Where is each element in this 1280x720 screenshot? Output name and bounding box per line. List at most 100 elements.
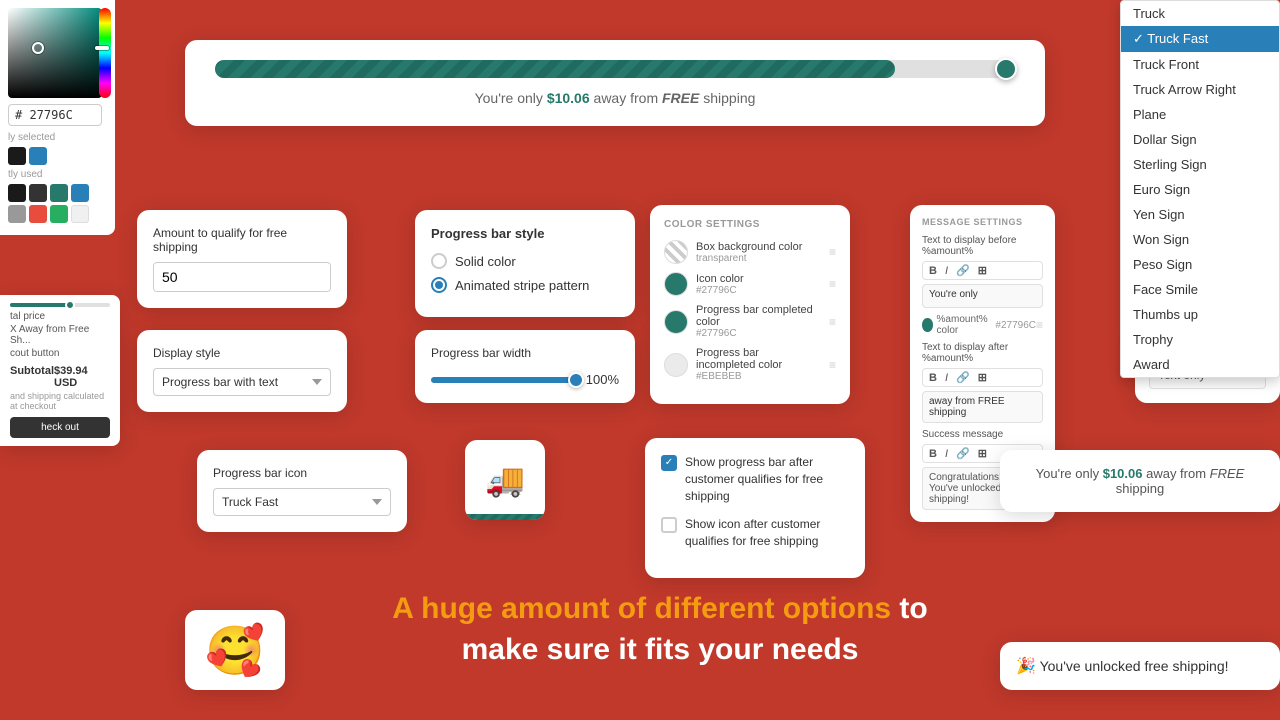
headline-highlight: A huge amount of different options <box>392 592 891 625</box>
swatch-r7[interactable] <box>50 205 68 223</box>
color-cursor[interactable] <box>32 42 44 54</box>
preview-free: FREE <box>1210 466 1245 481</box>
swatch-r2[interactable] <box>29 184 47 202</box>
icon-dropdown-menu[interactable]: Truck ✓ Truck Fast Truck Front Truck Arr… <box>1120 0 1280 378</box>
progress-icon-label: Progress bar icon <box>213 466 391 480</box>
swatch-r3[interactable] <box>50 184 68 202</box>
dropdown-item-plane[interactable]: Plane <box>1121 102 1279 127</box>
preview-amount: $10.06 <box>1103 466 1143 481</box>
color-swatch-completed[interactable] <box>664 310 688 334</box>
dropdown-item-sterling-sign[interactable]: Sterling Sign <box>1121 152 1279 177</box>
checkbox-show-progress-box[interactable]: ✓ <box>661 455 677 471</box>
msg-after-toolbar: B I 🔗 ⊞ <box>922 368 1043 387</box>
checkbox-show-progress[interactable]: ✓ Show progress bar after customer quali… <box>661 454 849 504</box>
color-menu-icon-bg[interactable]: ≡ <box>829 245 836 259</box>
amount-input-group[interactable]: ▲ ▼ <box>153 262 331 292</box>
preview-text-mid: away from <box>1142 466 1209 481</box>
amount-input[interactable] <box>154 263 331 291</box>
hue-thumb[interactable] <box>95 46 109 50</box>
swatch-r1[interactable] <box>8 184 26 202</box>
dropdown-item-thumbs-up[interactable]: Thumbs up <box>1121 302 1279 327</box>
display-style-left-select[interactable]: Progress bar with text Text only Icon on… <box>153 368 331 396</box>
msg-success-italic-btn[interactable]: I <box>943 448 950 460</box>
cart-progress-fill <box>10 303 70 307</box>
bottom-headline-text: A huge amount of different options to ma… <box>310 589 1010 670</box>
cart-progress-dot <box>65 300 75 310</box>
dropdown-item-yen-sign[interactable]: Yen Sign <box>1121 202 1279 227</box>
radio-solid-color[interactable]: Solid color <box>431 253 619 269</box>
color-row-completed: Progress bar completed color #27796C ≡ <box>664 304 836 339</box>
hex-input[interactable] <box>8 104 102 126</box>
dropdown-item-euro-sign[interactable]: Euro Sign <box>1121 177 1279 202</box>
icon-preview-progress-bar <box>465 514 545 520</box>
dropdown-item-truck-arrow-right[interactable]: Truck Arrow Right <box>1121 77 1279 102</box>
msg-italic-btn[interactable]: I <box>943 265 950 277</box>
icon-preview-card: 🚚 <box>465 440 545 520</box>
msg-after-bold-btn[interactable]: B <box>927 372 939 384</box>
dropdown-item-trophy[interactable]: Trophy <box>1121 327 1279 352</box>
amount-color-menu[interactable]: ≡ <box>1036 318 1043 332</box>
msg-success-more-btn[interactable]: ⊞ <box>976 447 989 460</box>
color-swatch-bg[interactable] <box>664 240 688 264</box>
checkboxes-card: ✓ Show progress bar after customer quali… <box>645 438 865 578</box>
color-name-incompleted: Progress bar incompleted color <box>696 347 821 371</box>
checkbox-show-icon[interactable]: Show icon after customer qualifies for f… <box>661 516 849 550</box>
progress-width-track[interactable] <box>431 377 576 383</box>
emoji-icon: 🥰 <box>205 622 265 679</box>
msg-more-btn[interactable]: ⊞ <box>976 264 989 277</box>
radio-solid-circle[interactable] <box>431 253 447 269</box>
color-menu-icon-completed[interactable]: ≡ <box>829 315 836 329</box>
checkbox-show-icon-box[interactable] <box>661 517 677 533</box>
progress-width-thumb[interactable] <box>568 372 584 388</box>
radio-animated-stripe[interactable]: Animated stripe pattern <box>431 277 619 293</box>
dropdown-item-award[interactable]: Award <box>1121 352 1279 377</box>
icon-preview-inner: 🚚 <box>465 440 545 520</box>
color-menu-icon-incompleted[interactable]: ≡ <box>829 358 836 372</box>
swatch-dark[interactable] <box>8 147 26 165</box>
main-progress-card: You're only $10.06 away from FREE shippi… <box>185 40 1045 126</box>
color-row-incompleted: Progress bar incompleted color #EBEBEB ≡ <box>664 347 836 382</box>
checkout-button[interactable]: heck out <box>10 417 110 438</box>
progress-amount: $10.06 <box>547 90 590 106</box>
headline-line2: make sure it fits your needs <box>462 633 859 666</box>
dropdown-item-face-smile[interactable]: Face Smile <box>1121 277 1279 302</box>
swatch-r8[interactable] <box>71 205 89 223</box>
hue-strip[interactable] <box>99 8 111 98</box>
color-menu-icon-icon[interactable]: ≡ <box>829 277 836 291</box>
dropdown-item-truck[interactable]: Truck <box>1121 1 1279 26</box>
progress-icon-select[interactable]: Truck Fast Truck Plane <box>213 488 391 516</box>
radio-animated-circle[interactable] <box>431 277 447 293</box>
color-swatch-icon[interactable] <box>664 272 688 296</box>
msg-after-link-btn[interactable]: 🔗 <box>954 371 972 384</box>
success-bar-text: 🎉 You've unlocked free shipping! <box>1016 656 1264 676</box>
msg-before-input[interactable]: You're only <box>922 284 1043 308</box>
swatch-r4[interactable] <box>71 184 89 202</box>
swatch-r5[interactable] <box>8 205 26 223</box>
progress-shipping: shipping <box>699 90 755 106</box>
swatch-r6[interactable] <box>29 205 47 223</box>
dropdown-item-dollar-sign[interactable]: Dollar Sign <box>1121 127 1279 152</box>
dropdown-item-truck-front[interactable]: Truck Front <box>1121 52 1279 77</box>
msg-success-link-btn[interactable]: 🔗 <box>954 447 972 460</box>
dropdown-item-truck-fast[interactable]: ✓ Truck Fast <box>1121 26 1279 52</box>
main-progress-fill <box>215 60 895 78</box>
msg-after-italic-btn[interactable]: I <box>943 372 950 384</box>
color-row-bg: Box background color transparent ≡ <box>664 240 836 264</box>
progress-free-label: FREE <box>662 90 699 106</box>
msg-after-more-btn[interactable]: ⊞ <box>976 371 989 384</box>
msg-link-btn[interactable]: 🔗 <box>954 264 972 277</box>
amount-color-label: %amount% color <box>937 314 994 336</box>
preview-shipping: shipping <box>1116 481 1164 496</box>
success-bar-message: You've unlocked free shipping! <box>1040 658 1229 674</box>
msg-success-bold-btn[interactable]: B <box>927 448 939 460</box>
amount-color-dot[interactable] <box>922 318 933 332</box>
swatch-blue[interactable] <box>29 147 47 165</box>
dropdown-item-won-sign[interactable]: Won Sign <box>1121 227 1279 252</box>
color-gradient-picker[interactable] <box>8 8 102 98</box>
msg-after-input[interactable]: away from FREE shipping <box>922 391 1043 423</box>
dropdown-item-peso-sign[interactable]: Peso Sign <box>1121 252 1279 277</box>
msg-bold-btn[interactable]: B <box>927 265 939 277</box>
bottom-headline: A huge amount of different options to ma… <box>310 589 1010 670</box>
cart-line-away: X Away from Free Sh... <box>10 324 110 346</box>
color-swatch-incompleted[interactable] <box>664 353 688 377</box>
